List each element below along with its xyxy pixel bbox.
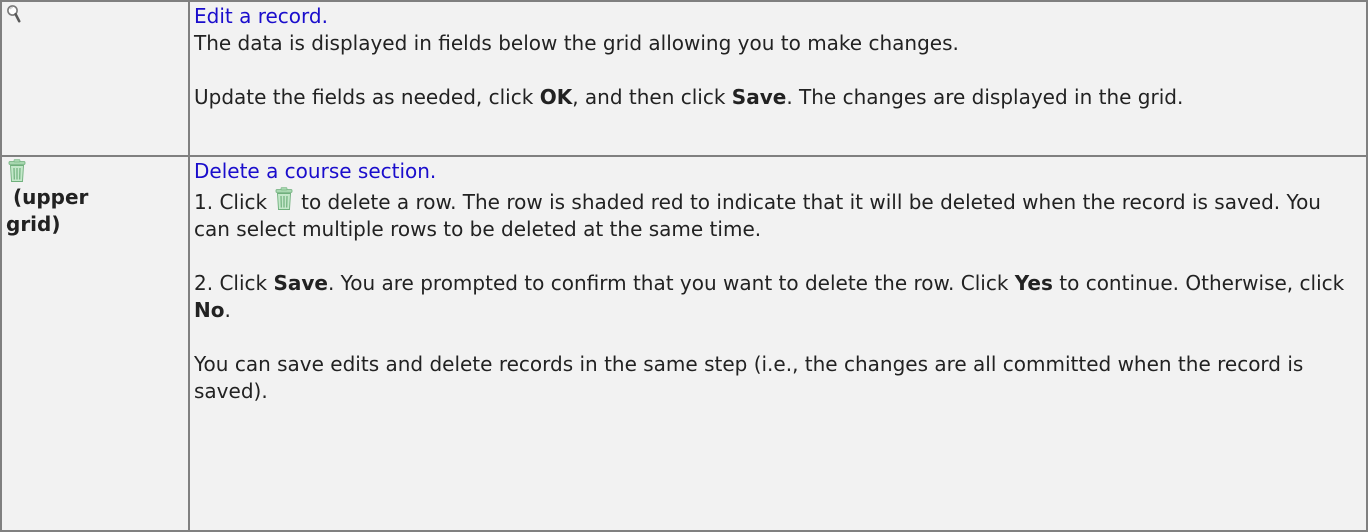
table-row-edit: Edit a record. The data is displayed in … (1, 1, 1367, 156)
icon-cell: (upper grid) (1, 156, 189, 531)
ok-keyword: OK (540, 85, 573, 109)
table-row-delete: (upper grid) Delete a course section. 1. … (1, 156, 1367, 531)
step2-text-a: 2. Click (194, 271, 273, 295)
delete-step-2: 2. Click Save. You are prompted to confi… (194, 270, 1362, 324)
step2-text-e: . (224, 298, 230, 322)
no-keyword: No (194, 298, 224, 322)
yes-keyword: Yes (1015, 271, 1053, 295)
edit-text-a: Update the fields as needed, click (194, 85, 540, 109)
trash-icon (6, 159, 28, 183)
scope-label: (upper grid) (6, 184, 184, 238)
delete-section-link[interactable]: Delete a course section. (194, 158, 1362, 185)
save-keyword: Save (732, 85, 787, 109)
step1-text-a: 1. Click (194, 190, 267, 214)
magnifier-icon (6, 4, 22, 24)
step2-text-d: to continue. Otherwise, click (1053, 271, 1344, 295)
edit-record-link[interactable]: Edit a record. (194, 3, 1362, 30)
scope-line2: grid) (6, 212, 61, 236)
description-cell: Edit a record. The data is displayed in … (189, 1, 1367, 156)
edit-text-d: . The changes are displayed in the grid. (786, 85, 1183, 109)
trash-icon (273, 187, 295, 211)
edit-instructions: Update the fields as needed, click OK, a… (194, 84, 1362, 111)
edit-description: The data is displayed in fields below th… (194, 30, 1362, 57)
icon-cell (1, 1, 189, 156)
step1-text-b: to delete a row. The row is shaded red t… (194, 190, 1321, 241)
scope-line1: (upper (13, 185, 88, 209)
description-cell: Delete a course section. 1. Click to del… (189, 156, 1367, 531)
step2-text-c: . You are prompted to confirm that you w… (328, 271, 1015, 295)
save-keyword: Save (273, 271, 328, 295)
delete-step-1: 1. Click to delete a row. The row is sha… (194, 187, 1362, 243)
delete-note: You can save edits and delete records in… (194, 351, 1362, 405)
edit-text-c: , and then click (572, 85, 732, 109)
help-table: Edit a record. The data is displayed in … (0, 0, 1368, 532)
